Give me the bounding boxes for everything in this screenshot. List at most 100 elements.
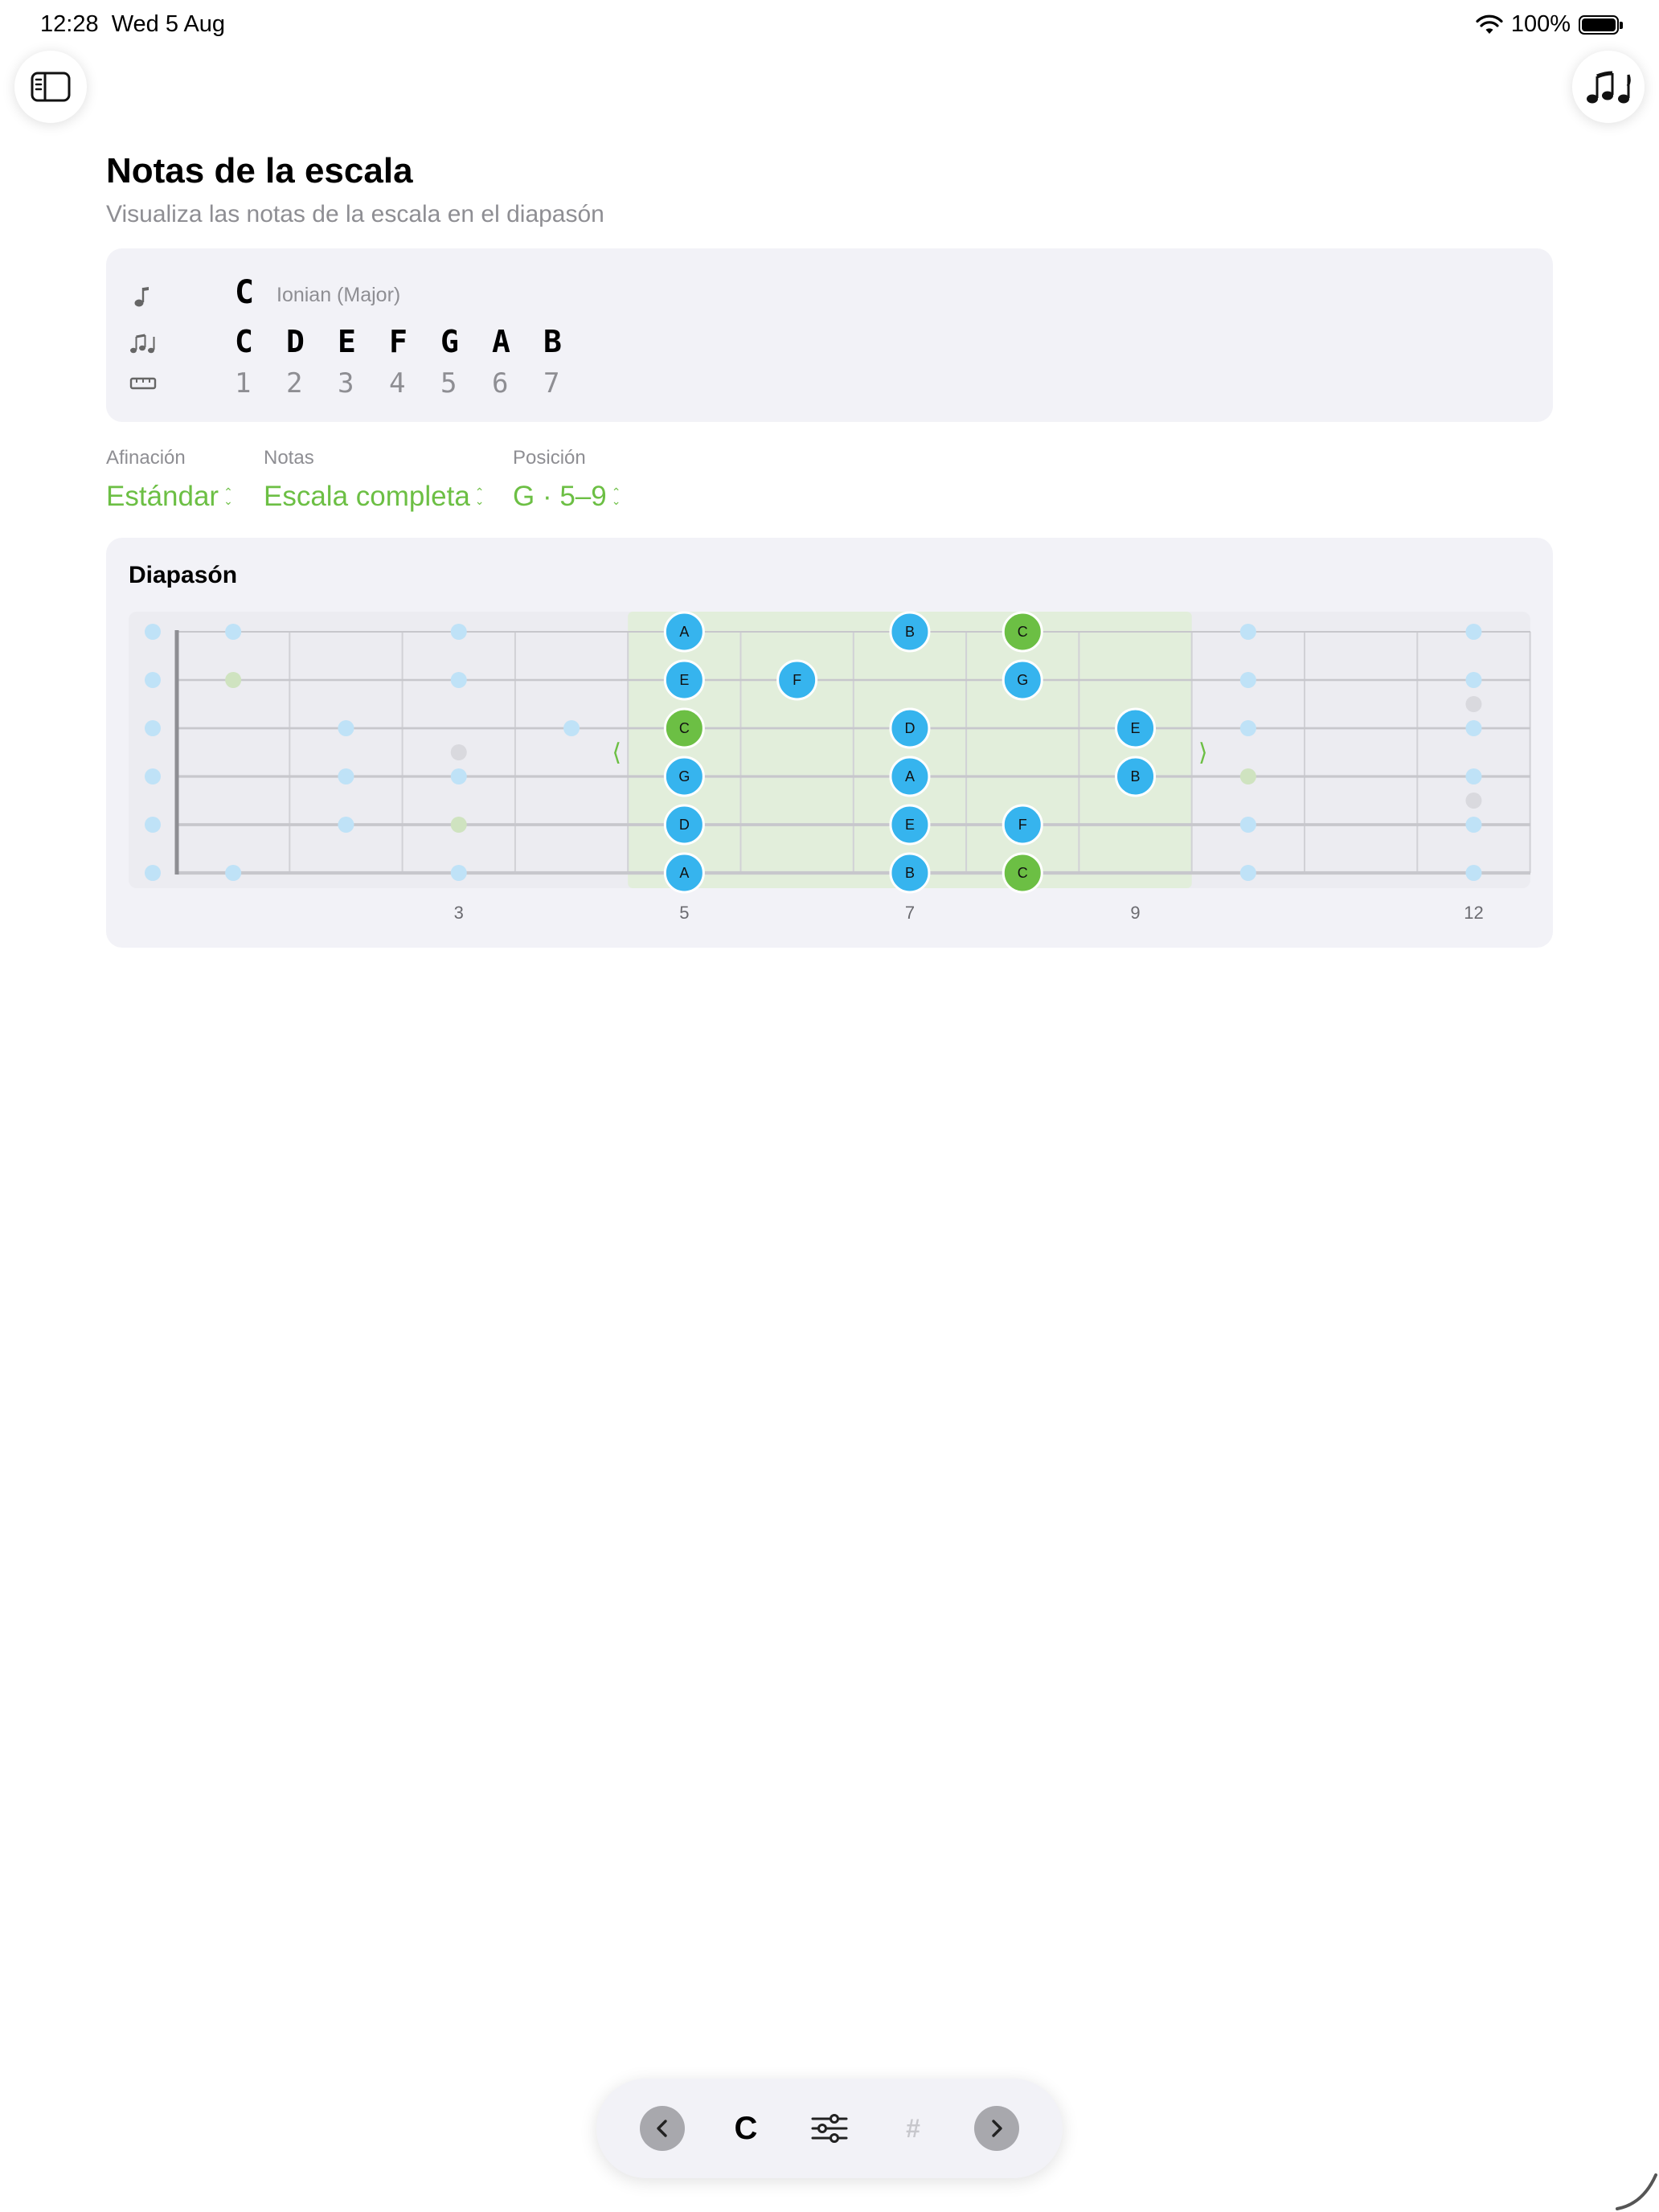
scale-notes: C D E F G A B <box>235 324 595 359</box>
ghost-note <box>145 817 161 833</box>
fretboard-note: F <box>776 659 818 701</box>
note-label: B <box>1131 768 1141 784</box>
tuning-picker[interactable]: Afinación Estándar ⌃ ⌄ <box>106 447 233 513</box>
ghost-note <box>338 817 354 833</box>
fret-number: 7 <box>905 903 915 923</box>
ghost-note <box>145 624 161 640</box>
scale-note: B <box>543 324 562 359</box>
scale-degree: 3 <box>338 367 354 399</box>
scale-note: D <box>286 324 305 359</box>
ghost-note <box>1465 624 1482 640</box>
fretboard-note: D <box>663 804 705 846</box>
fretboard-note: D <box>889 707 931 749</box>
scale-degree: 2 <box>286 367 303 399</box>
note-label: B <box>905 865 915 881</box>
battery-percent: 100% <box>1510 11 1571 37</box>
chevron-left-icon <box>657 2120 667 2137</box>
position-highlight <box>628 612 1192 888</box>
ghost-note <box>1239 720 1256 736</box>
note-label: G <box>1017 672 1028 688</box>
fretboard-note: B <box>889 611 931 653</box>
ghost-note <box>145 865 161 881</box>
ghost-note <box>450 768 467 784</box>
chevron-updown-icon: ⌃ ⌄ <box>474 485 485 507</box>
fret-number: 12 <box>1464 903 1483 923</box>
note-icon <box>134 287 149 307</box>
scale-note: C <box>235 324 253 359</box>
sharp-button[interactable]: # <box>884 2099 942 2157</box>
sidebar-icon <box>31 72 71 102</box>
fretboard-card: Diapasón ⟨ ⟩ A B C E F G C D E G A B D E F A B C 3 5 7 9 12 <box>106 538 1553 948</box>
ghost-note <box>225 865 242 881</box>
picker-label: Posición <box>513 447 586 469</box>
page-title: Notas de la escala <box>106 151 413 190</box>
fretboard-note: C <box>1002 852 1043 894</box>
ghost-note <box>1239 865 1256 881</box>
note-label: C <box>1018 865 1028 881</box>
sidebar-toggle-button[interactable] <box>14 51 87 123</box>
status-time: 12:28 Wed 5 Aug <box>40 11 226 37</box>
next-button[interactable] <box>968 2099 1026 2157</box>
notes-picker[interactable]: Notas Escala completa ⌃ ⌄ <box>264 447 485 513</box>
scale-degree: 5 <box>440 367 457 399</box>
note-label: A <box>679 865 689 881</box>
picker-value: Estándar <box>106 481 219 512</box>
fretboard-note: B <box>889 852 931 894</box>
status-bar: 12:28 Wed 5 Aug 100% <box>0 0 1659 50</box>
fretboard-note: E <box>889 804 931 846</box>
ruler-icon <box>129 377 157 390</box>
chevron-updown-icon: ⌃ ⌄ <box>611 485 621 507</box>
note-label: E <box>1131 720 1141 736</box>
inlay-dot <box>450 744 467 760</box>
picker-label: Notas <box>264 447 314 469</box>
range-end-marker: ⟩ <box>1198 739 1208 767</box>
scale-note: E <box>338 324 356 359</box>
bottom-toolbar: C # <box>596 2079 1063 2178</box>
fretboard-note: E <box>663 659 705 701</box>
ghost-note <box>563 720 580 736</box>
fretboard[interactable]: ⟨ ⟩ A B C E F G C D E G A B D E F A B C 3 5 7 9 12 <box>106 538 1553 948</box>
music-notes-button[interactable] <box>1572 51 1645 123</box>
note-label: E <box>679 672 689 688</box>
ghost-note <box>450 624 467 640</box>
scale-degrees: 1 2 3 4 5 6 7 <box>235 367 595 399</box>
scale-root: C <box>235 274 255 311</box>
ghost-note <box>1465 817 1482 833</box>
note-label: D <box>904 720 915 736</box>
settings-button[interactable] <box>801 2099 858 2157</box>
ghost-note <box>1465 720 1482 736</box>
picker-label: Afinación <box>106 447 186 469</box>
note-label: D <box>679 817 690 833</box>
ghost-note <box>1465 768 1482 784</box>
ghost-note <box>1239 624 1256 640</box>
scale-note: A <box>492 324 510 359</box>
note-label: C <box>679 720 690 736</box>
ghost-note <box>145 720 161 736</box>
fretboard-note: C <box>663 707 705 749</box>
resize-handle-icon[interactable] <box>1611 2164 1659 2212</box>
scale-degree: 1 <box>235 367 252 399</box>
note-label: C <box>1018 624 1028 640</box>
note-label: E <box>905 817 915 833</box>
scale-note: F <box>389 324 408 359</box>
sharp-label: # <box>906 2113 920 2143</box>
status-right: 100% <box>1476 11 1623 38</box>
picker-value: Escala completa <box>264 481 470 512</box>
inlay-dot <box>1465 793 1482 809</box>
fretboard-note: A <box>663 852 705 894</box>
note-label: B <box>905 624 915 640</box>
chevron-right-icon <box>992 2120 1002 2137</box>
page-subtitle: Visualiza las notas de la escala en el d… <box>106 201 604 227</box>
position-picker[interactable]: Posición G · 5–9 ⌃ ⌄ <box>513 447 621 513</box>
prev-button[interactable] <box>633 2099 691 2157</box>
inlay-dot <box>1465 696 1482 712</box>
key-button[interactable]: C <box>717 2099 775 2157</box>
ghost-note <box>338 720 354 736</box>
scale-note: G <box>440 324 459 359</box>
scale-mode: Ionian (Major) <box>276 284 401 306</box>
ghost-note <box>450 817 467 833</box>
fretboard-note: G <box>663 756 705 797</box>
note-label: G <box>678 768 690 784</box>
scale-degree: 7 <box>543 367 560 399</box>
ghost-note <box>450 865 467 881</box>
